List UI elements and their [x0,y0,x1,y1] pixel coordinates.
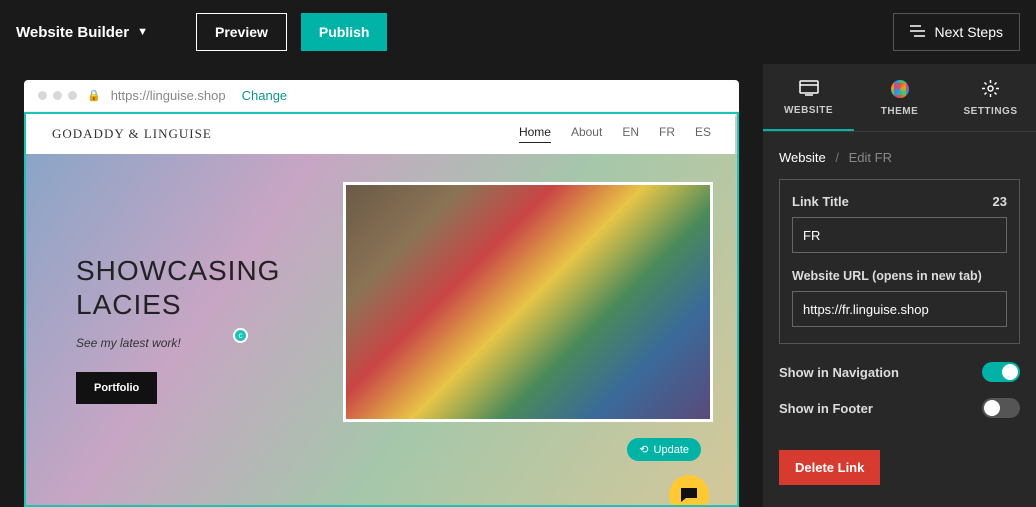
address-bar: 🔒 https://linguise.shop Change [24,80,739,112]
site-logo[interactable]: GODADDY & LINGUISE [52,126,212,142]
delete-link-button[interactable]: Delete Link [779,450,880,485]
publish-button[interactable]: Publish [301,13,388,51]
update-label: Update [654,444,689,456]
show-nav-toggle[interactable] [982,362,1020,382]
breadcrumb-sep: / [835,150,839,165]
top-actions: Preview Publish [196,13,388,51]
window-dots [38,91,77,100]
brand-label: Website Builder [16,24,129,41]
tab-settings[interactable]: SETTINGS [945,64,1036,131]
dot-icon [53,91,62,100]
url-input[interactable] [792,291,1007,327]
show-footer-label: Show in Footer [779,401,873,416]
hero-text: SHOWCASINGLACIES c See my latest work! P… [76,255,280,403]
tab-theme[interactable]: THEME [854,64,945,131]
top-bar: Website Builder ▼ Preview Publish Next S… [0,0,1036,64]
url-text: https://linguise.shop [111,88,226,103]
site-nav: Home About EN FR ES [519,125,711,143]
show-nav-row: Show in Navigation [779,362,1020,382]
sidebar: WEBSITE THEME SETTINGS Website / Edit FR [763,64,1036,507]
next-steps-button[interactable]: Next Steps [893,13,1020,51]
breadcrumb-root[interactable]: Website [779,150,826,165]
site-preview[interactable]: GODADDY & LINGUISE Home About EN FR ES S… [24,112,739,507]
list-icon [910,24,925,40]
dot-icon [68,91,77,100]
edit-panel: Link Title 23 Website URL (opens in new … [779,179,1020,344]
next-steps-label: Next Steps [935,24,1003,40]
dot-icon [38,91,47,100]
nav-en[interactable]: EN [622,125,639,143]
change-link[interactable]: Change [242,88,288,103]
canvas-area: 🔒 https://linguise.shop Change GODADDY &… [0,64,763,507]
sidebar-body: Website / Edit FR Link Title 23 Website … [763,132,1036,507]
nav-fr[interactable]: FR [659,125,675,143]
breadcrumb: Website / Edit FR [779,150,1020,165]
tab-label: SETTINGS [963,106,1017,117]
lock-icon: 🔒 [87,89,101,102]
show-footer-row: Show in Footer [779,398,1020,418]
chat-fab[interactable] [669,475,709,507]
nav-home[interactable]: Home [519,125,551,143]
theme-icon [890,79,910,99]
show-footer-toggle[interactable] [982,398,1020,418]
link-title-input[interactable] [792,217,1007,253]
url-label: Website URL (opens in new tab) [792,269,1007,283]
hero-image[interactable] [343,182,713,422]
tab-website[interactable]: WEBSITE [763,64,854,131]
nav-es[interactable]: ES [695,125,711,143]
show-nav-label: Show in Navigation [779,365,899,380]
brand-dropdown[interactable]: Website Builder ▼ [16,24,148,41]
hero-title: SHOWCASINGLACIES [76,255,280,321]
portfolio-button[interactable]: Portfolio [76,372,157,404]
breadcrumb-current: Edit FR [849,150,892,165]
site-header: GODADDY & LINGUISE Home About EN FR ES [26,114,737,154]
link-title-label: Link Title [792,194,849,209]
tab-label: THEME [881,106,919,117]
chat-icon [680,487,698,503]
hero-subtitle: See my latest work! [76,336,280,350]
refresh-icon: ⟲ [639,443,648,456]
nav-about[interactable]: About [571,125,602,143]
preview-button[interactable]: Preview [196,13,287,51]
tab-label: WEBSITE [784,105,833,116]
website-icon [799,78,819,98]
update-button[interactable]: ⟲ Update [627,438,701,461]
chevron-down-icon: ▼ [137,26,148,38]
edit-cursor-icon[interactable]: c [233,328,248,343]
sidebar-tabs: WEBSITE THEME SETTINGS [763,64,1036,132]
preview-canvas: 🔒 https://linguise.shop Change GODADDY &… [24,80,739,507]
gear-icon [981,79,1001,99]
char-count: 23 [993,194,1007,209]
